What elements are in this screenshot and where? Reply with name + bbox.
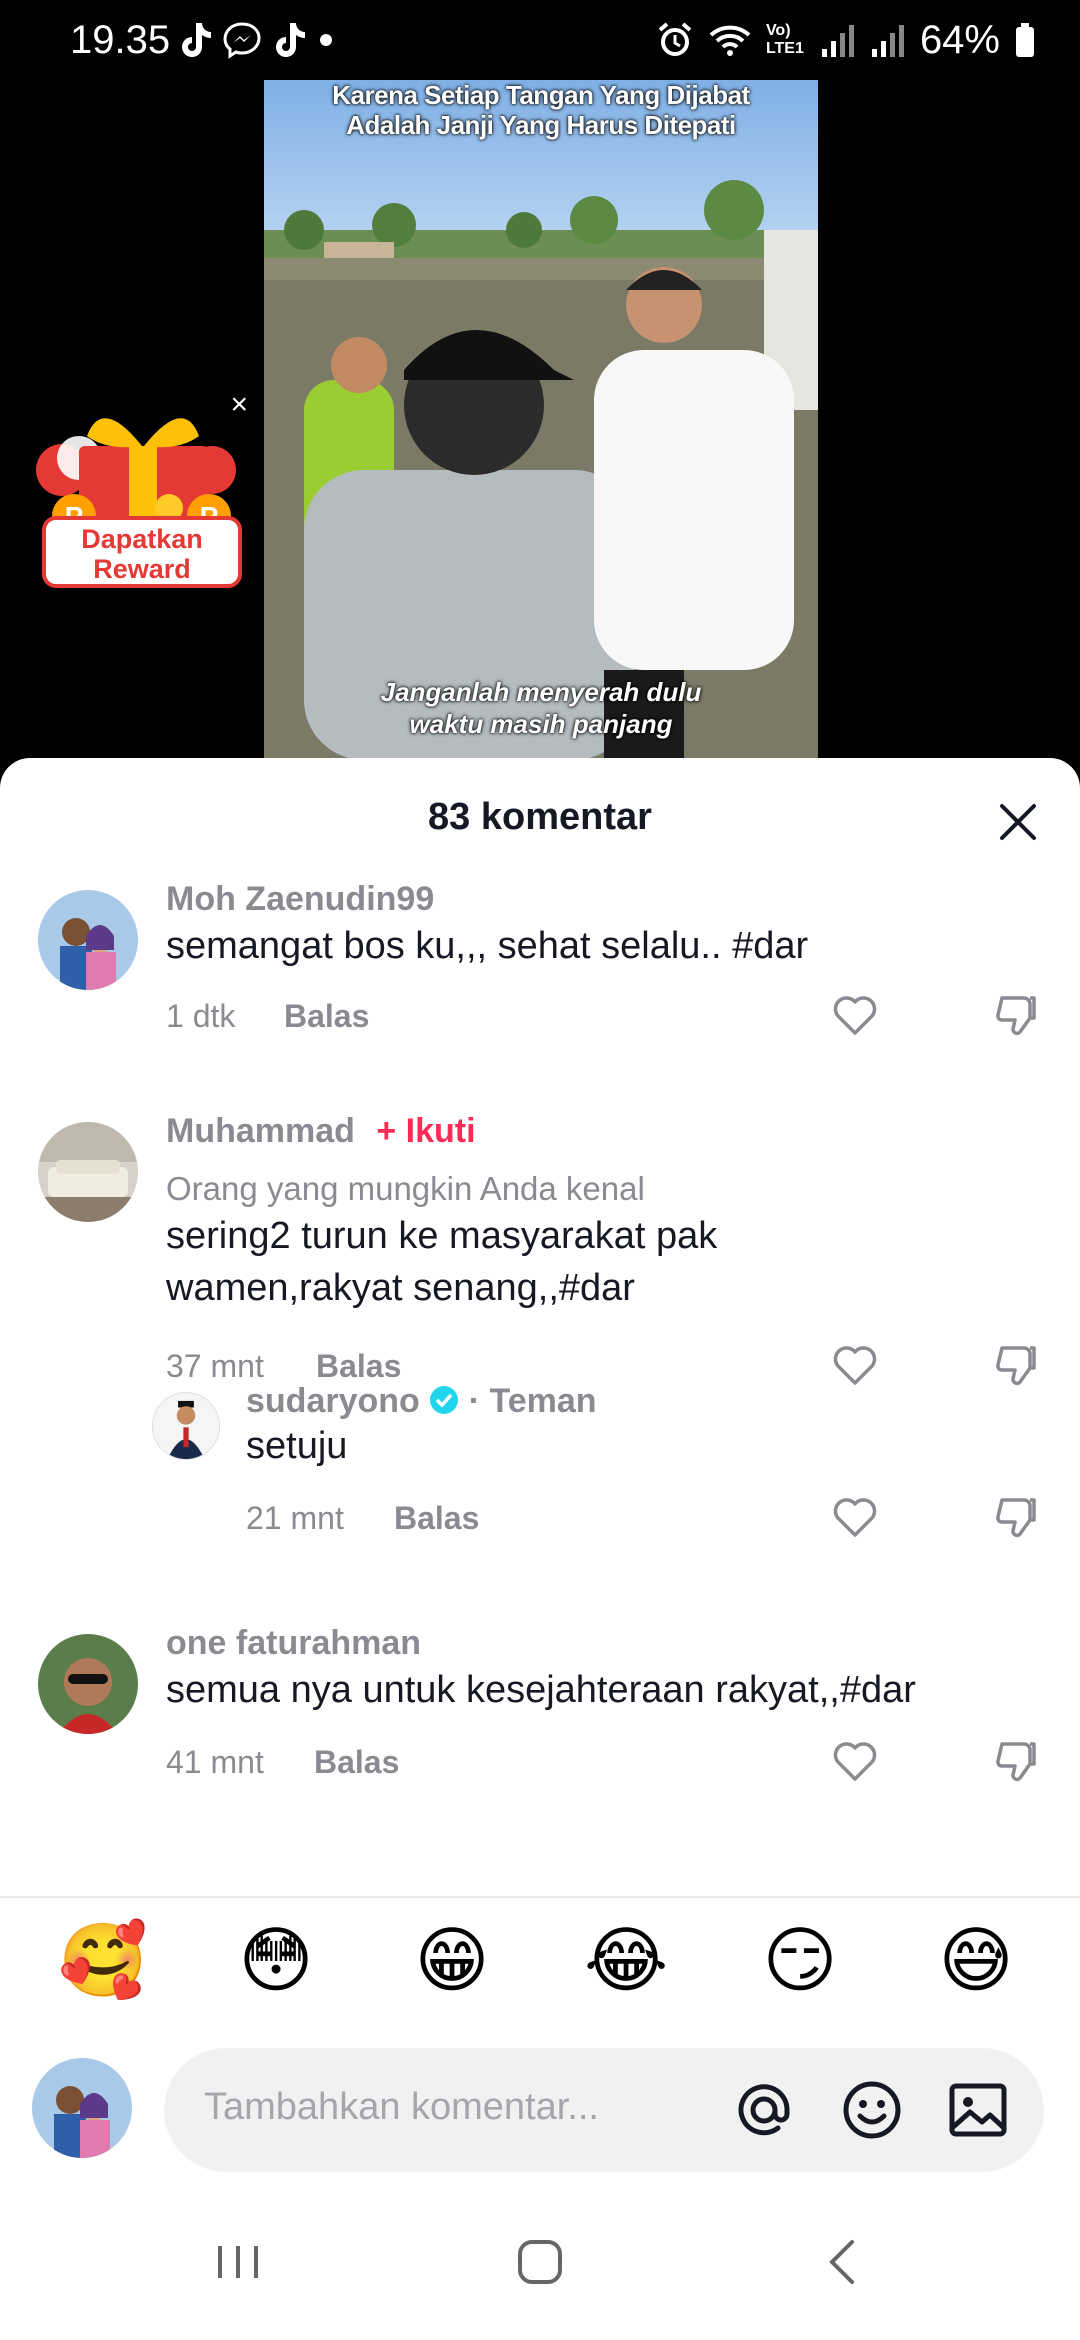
heart-icon[interactable] xyxy=(830,990,880,1040)
comment-text: semua nya untuk kesejahteraan rakyat,,#d… xyxy=(166,1669,916,1711)
comment-count-title: 83 komentar xyxy=(428,796,652,838)
system-nav-bar xyxy=(0,2190,1080,2340)
caption-bottom-line1: Janganlah menyerah dulu xyxy=(380,677,702,707)
comment-username-text[interactable]: Muhammad xyxy=(166,1112,355,1150)
video-frame[interactable]: Karena Setiap Tangan Yang Dijabat Adalah… xyxy=(264,80,818,760)
messenger-icon xyxy=(223,22,261,59)
video-caption-bottom: Janganlah menyerah dulu waktu masih panj… xyxy=(264,676,818,740)
comment-list[interactable]: Moh Zaenudin99 semangat bos ku,,, sehat … xyxy=(0,878,1080,1896)
at-icon[interactable] xyxy=(732,2078,796,2142)
emoji-icon[interactable] xyxy=(840,2078,904,2142)
comment-input-row: Tambahkan komentar... xyxy=(0,2028,1080,2178)
tiktok-icon xyxy=(276,23,305,57)
network-label: Vo) LTE1 xyxy=(765,22,804,57)
emoji-flushed[interactable]: 😳 xyxy=(234,1918,318,2002)
reply-button[interactable]: Balas xyxy=(394,1500,479,1537)
comment-username[interactable]: Moh Zaenudin99 xyxy=(166,880,434,919)
avatar[interactable] xyxy=(38,890,138,990)
emoji-grin[interactable]: 😁 xyxy=(410,1918,494,2002)
back-icon[interactable] xyxy=(814,2232,874,2292)
avatar xyxy=(32,2058,132,2158)
emoji-quick-bar: 🥰 😳 😁 😂 😏 😅 xyxy=(0,1896,1080,2026)
reward-label[interactable]: Dapatkan Reward xyxy=(42,516,242,588)
comment-username[interactable]: Muhammad + Ikuti xyxy=(166,1112,476,1151)
relation-label: · Teman xyxy=(468,1382,597,1420)
status-bar: 19.35 Vo) LTE1 64% xyxy=(0,0,1080,80)
signal-icon xyxy=(871,25,904,57)
battery-icon xyxy=(1016,23,1034,57)
comment-text: semangat bos ku,,, sehat selalu.. #dar xyxy=(166,925,809,967)
reward-label-line1: Dapatkan xyxy=(81,524,203,554)
emoji-smiling-hearts[interactable]: 🥰 xyxy=(58,1918,148,2002)
tiktok-icon xyxy=(182,23,211,57)
comment-text: setuju xyxy=(246,1425,348,1467)
dot-icon xyxy=(320,34,332,46)
follow-button[interactable]: + Ikuti xyxy=(376,1112,475,1150)
reply-button[interactable]: Balas xyxy=(284,998,369,1035)
emoji-joy[interactable]: 😂 xyxy=(584,1918,668,2002)
comment-time: 41 mnt xyxy=(166,1744,264,1780)
comment-time: 1 dtk xyxy=(166,998,236,1034)
caption-top-line1: Karena Setiap Tangan Yang Dijabat xyxy=(332,80,750,110)
reward-widget[interactable]: P P × Dapatkan Reward xyxy=(24,388,248,598)
home-icon[interactable] xyxy=(510,2232,570,2292)
dislike-icon[interactable] xyxy=(992,1492,1042,1542)
comment-subtitle: Orang yang mungkin Anda kenal xyxy=(166,1170,645,1207)
verified-badge-icon xyxy=(430,1386,459,1414)
caption-bottom-line2: waktu masih panjang xyxy=(409,709,673,739)
dislike-icon[interactable] xyxy=(992,1340,1042,1390)
reply-button[interactable]: Balas xyxy=(316,1348,401,1385)
dislike-icon[interactable] xyxy=(992,1736,1042,1786)
reply-button[interactable]: Balas xyxy=(314,1744,399,1781)
heart-icon[interactable] xyxy=(830,1492,880,1542)
recents-icon[interactable] xyxy=(208,2232,268,2292)
video-thumbnail xyxy=(264,80,818,760)
heart-icon[interactable] xyxy=(830,1340,880,1390)
comment-username[interactable]: sudaryono · Teman xyxy=(246,1382,597,1421)
caption-top-line2: Adalah Janji Yang Harus Ditepati xyxy=(346,110,736,140)
comment-username[interactable]: one faturahman xyxy=(166,1624,421,1663)
video-caption-top: Karena Setiap Tangan Yang Dijabat Adalah… xyxy=(264,80,818,140)
comment-text-line1: sering2 turun ke masyarakat pak xyxy=(166,1215,718,1257)
comment-sheet: 83 komentar Moh Zaenudin99 semangat bos … xyxy=(0,758,1080,2340)
reward-close-icon[interactable]: × xyxy=(230,388,248,422)
image-icon[interactable] xyxy=(946,2078,1010,2142)
avatar[interactable] xyxy=(38,1634,138,1734)
signal-icon xyxy=(821,25,854,57)
close-icon[interactable] xyxy=(996,800,1040,844)
comment-username-text[interactable]: sudaryono xyxy=(246,1382,420,1420)
comment-text-line2: wamen,rakyat senang,,#dar xyxy=(166,1267,635,1309)
status-time: 19.35 xyxy=(70,18,171,62)
wifi-icon xyxy=(709,25,751,56)
status-indicators: Vo) LTE1 64% xyxy=(656,18,1036,62)
dislike-icon[interactable] xyxy=(992,990,1042,1040)
heart-icon[interactable] xyxy=(830,1736,880,1786)
avatar[interactable] xyxy=(152,1392,220,1460)
comment-time: 21 mnt xyxy=(246,1500,344,1536)
comment-input[interactable]: Tambahkan komentar... xyxy=(164,2048,1044,2172)
avatar[interactable] xyxy=(38,1122,138,1222)
status-app-icons xyxy=(178,18,336,62)
reward-label-line2: Reward xyxy=(93,554,191,584)
battery-percent: 64% xyxy=(919,17,1000,62)
emoji-smirk[interactable]: 😏 xyxy=(758,1918,842,2002)
emoji-sweat-smile[interactable]: 😅 xyxy=(934,1918,1018,2002)
comment-input-placeholder: Tambahkan komentar... xyxy=(204,2086,599,2128)
alarm-icon xyxy=(658,22,692,56)
comment-time: 37 mnt xyxy=(166,1348,264,1384)
